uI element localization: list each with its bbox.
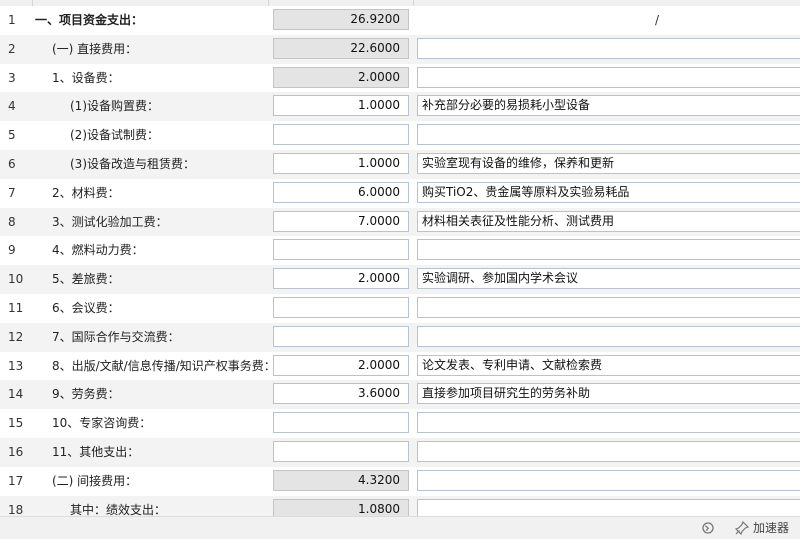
note-input[interactable] xyxy=(417,469,800,491)
table-row: 3 1、设备费： 2.0000 xyxy=(0,64,800,93)
row-label: 10、专家咨询费： xyxy=(52,416,152,431)
table-row: 7 2、材料费： 6.0000 购买TiO2、贵金属等原料及实验易耗品 xyxy=(0,179,800,208)
amount-input[interactable]: 2.0000 xyxy=(273,268,409,290)
note-placeholder: / xyxy=(655,13,660,27)
amount-input[interactable] xyxy=(273,239,409,261)
row-label: (二) 间接费用： xyxy=(52,473,138,488)
amount-readonly-field: 26.9200 xyxy=(273,9,409,30)
table-row: 5 (2)设备试制费： xyxy=(0,121,800,150)
note-input[interactable] xyxy=(417,412,800,434)
row-number: 2 xyxy=(8,41,16,56)
note-input[interactable] xyxy=(417,66,800,88)
table-row: 8 3、测试化验加工费： 7.0000 材料相关表征及性能分析、测试费用 xyxy=(0,207,800,237)
row-number: 8 xyxy=(8,214,16,229)
status-bar: 加速器 xyxy=(0,516,800,539)
amount-input[interactable] xyxy=(273,440,409,462)
table-row: 11 6、会议费： xyxy=(0,294,800,323)
row-label: 11、其他支出： xyxy=(52,444,140,459)
table-row: 2 (一) 直接费用： 22.6000 xyxy=(0,34,800,64)
row-label: 6、会议费： xyxy=(52,300,120,315)
table-row: 16 11、其他支出： xyxy=(0,437,800,467)
pin-icon[interactable] xyxy=(734,520,750,536)
amount-input[interactable]: 6.0000 xyxy=(273,181,409,203)
row-label: 7、国际合作与交流费： xyxy=(52,329,180,344)
row-number: 12 xyxy=(8,329,24,344)
row-number: 5 xyxy=(8,128,16,143)
amount-readonly-field: 4.3200 xyxy=(273,469,409,491)
amount-input[interactable]: 3.6000 xyxy=(273,383,409,405)
row-number: 17 xyxy=(8,473,24,488)
table-row: 17 (二) 间接费用： 4.3200 xyxy=(0,467,800,496)
row-label: 9、劳务费： xyxy=(52,387,120,402)
row-number: 15 xyxy=(8,416,24,431)
table-row: 4 (1)设备购置费： 1.0000 补充部分必要的易损耗小型设备 xyxy=(0,92,800,122)
amount-input[interactable] xyxy=(273,296,409,318)
row-number: 16 xyxy=(8,444,24,459)
amount-input[interactable]: 7.0000 xyxy=(273,210,409,232)
refresh-icon[interactable] xyxy=(701,521,715,535)
row-number: 10 xyxy=(8,272,24,287)
note-input[interactable]: 直接参加项目研究生的劳务补助 xyxy=(417,383,800,405)
row-label: 3、测试化验加工费： xyxy=(52,214,168,229)
table-row: 10 5、差旅费： 2.0000 实验调研、参加国内学术会议 xyxy=(0,265,800,294)
note-input[interactable]: 论文发表、专利申请、文献检索费 xyxy=(417,354,800,376)
row-number: 7 xyxy=(8,185,16,200)
table-row: 12 7、国际合作与交流费： xyxy=(0,322,800,352)
amount-input[interactable] xyxy=(273,124,409,146)
row-label: 2、材料费： xyxy=(52,185,120,200)
budget-table: 1 一、项目资金支出： 26.9200 / 2 (一) 直接费用： 22.6000 3 1、设备… xyxy=(0,6,800,525)
row-label: 1、设备费： xyxy=(52,70,120,85)
note-input[interactable] xyxy=(417,239,800,261)
amount-readonly-field: 2.0000 xyxy=(273,66,409,88)
row-number: 9 xyxy=(8,243,16,258)
table-row: 9 4、燃料动力费： xyxy=(0,236,800,265)
table-row: 6 (3)设备改造与租赁费： 1.0000 实验室现有设备的维修，保养和更新 xyxy=(0,149,800,179)
note-input[interactable]: 材料相关表征及性能分析、测试费用 xyxy=(417,210,800,232)
note-input[interactable]: 实验调研、参加国内学术会议 xyxy=(417,268,800,290)
amount-input[interactable]: 2.0000 xyxy=(273,354,409,376)
row-number: 13 xyxy=(8,358,24,373)
row-number: 1 xyxy=(8,13,16,27)
row-label: (一) 直接费用： xyxy=(52,41,138,56)
amount-input[interactable]: 1.0000 xyxy=(273,95,409,117)
row-label: 一、项目资金支出： xyxy=(35,13,144,27)
table-row: 13 8、出版/文献/信息传播/知识产权事务费： 2.0000 论文发表、专利申请、文… xyxy=(0,352,800,381)
row-label: 4、燃料动力费： xyxy=(52,243,144,258)
note-input[interactable]: 实验室现有设备的维修，保养和更新 xyxy=(417,152,800,174)
row-label: (1)设备购置费： xyxy=(70,99,159,114)
note-input[interactable] xyxy=(417,37,800,59)
row-label: 8、出版/文献/信息传播/知识产权事务费： xyxy=(52,358,276,373)
note-input[interactable]: 购买TiO2、贵金属等原料及实验易耗品 xyxy=(417,181,800,203)
table-row: 1 一、项目资金支出： 26.9200 / xyxy=(0,6,800,35)
note-input[interactable] xyxy=(417,296,800,318)
amount-input[interactable] xyxy=(273,325,409,347)
row-number: 6 xyxy=(8,156,16,171)
row-label: 5、差旅费： xyxy=(52,272,120,287)
table-row: 14 9、劳务费： 3.6000 直接参加项目研究生的劳务补助 xyxy=(0,380,800,410)
note-input[interactable] xyxy=(417,124,800,146)
row-number: 3 xyxy=(8,70,16,85)
amount-input[interactable] xyxy=(273,412,409,434)
row-number: 11 xyxy=(8,300,24,315)
table-row: 15 10、专家咨询费： xyxy=(0,409,800,438)
note-input[interactable]: 补充部分必要的易损耗小型设备 xyxy=(417,95,800,117)
amount-readonly-field: 22.6000 xyxy=(273,37,409,59)
accelerator-label[interactable]: 加速器 xyxy=(753,517,789,539)
note-input[interactable] xyxy=(417,440,800,462)
note-input[interactable] xyxy=(417,325,800,347)
row-number: 14 xyxy=(8,387,24,402)
row-number: 4 xyxy=(8,99,16,114)
row-label: (2)设备试制费： xyxy=(70,128,159,143)
row-label: (3)设备改造与租赁费： xyxy=(70,156,195,171)
amount-input[interactable]: 1.0000 xyxy=(273,152,409,174)
